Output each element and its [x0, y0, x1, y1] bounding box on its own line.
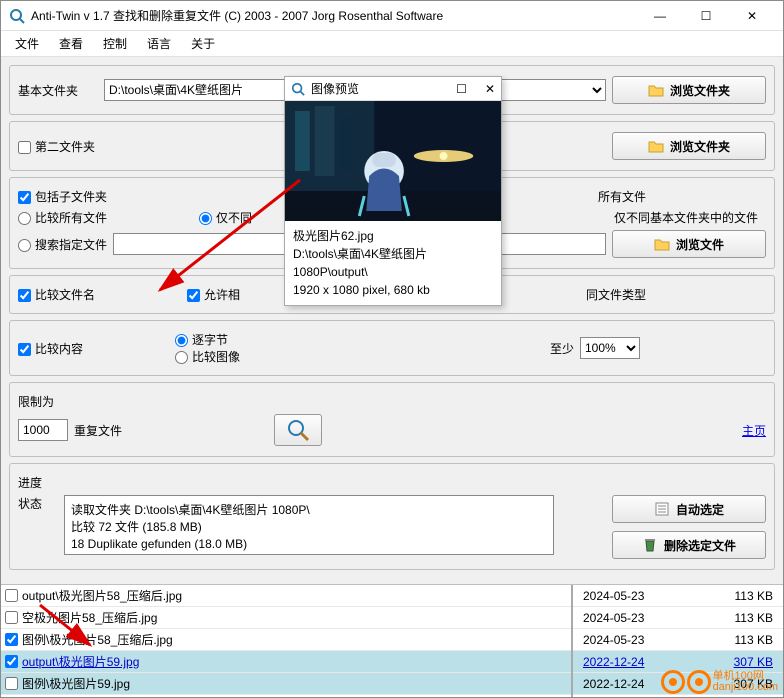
result-filename: output\极光图片58_压缩后.jpg	[22, 587, 182, 604]
progress-label: 进度	[18, 474, 58, 491]
percent-select[interactable]: 100%	[580, 337, 640, 359]
homepage-link[interactable]: 主页	[742, 422, 766, 439]
result-meta-row[interactable]: 2024-05-23 113 KB	[573, 629, 783, 651]
result-row[interactable]: 图例\极光图片58_压缩后.jpg	[1, 629, 571, 651]
result-filename: 图例\极光图片58_压缩后.jpg	[22, 631, 173, 648]
delete-selected-button[interactable]: 删除选定文件	[612, 531, 766, 559]
menu-control[interactable]: 控制	[103, 35, 127, 52]
only-same-radio[interactable]: 仅不同	[199, 209, 252, 226]
auto-select-button[interactable]: 自动选定	[612, 495, 766, 523]
result-date: 2022-12-24	[577, 655, 683, 669]
menu-view[interactable]: 查看	[59, 35, 83, 52]
result-row[interactable]: output\极光图片58_压缩后.jpg	[1, 585, 571, 607]
result-meta-row[interactable]: 2024-05-23 113 KB	[573, 585, 783, 607]
compare-all-radio[interactable]: 比较所有文件	[18, 209, 107, 226]
window-title: Anti-Twin v 1.7 查找和删除重复文件 (C) 2003 - 200…	[31, 7, 637, 24]
status-output: 读取文件夹 D:\tools\桌面\4K壁纸图片 1080P\ 比较 72 文件…	[64, 495, 554, 555]
folder-icon	[654, 237, 670, 251]
limit-input[interactable]	[18, 419, 68, 441]
at-least-label: 至少	[550, 340, 574, 357]
compare-content-checkbox[interactable]: 比较内容	[18, 340, 83, 357]
preview-close-button[interactable]: ✕	[485, 82, 495, 96]
status-label: 状态	[18, 495, 58, 512]
menubar: 文件 查看 控制 语言 关于	[1, 31, 783, 57]
result-filename: output\极光图片59.jpg	[22, 653, 139, 670]
result-filename: 空极光图片58_压缩后.jpg	[22, 609, 157, 626]
search-spec-radio[interactable]: 搜索指定文件	[18, 236, 107, 253]
result-date: 2024-05-23	[577, 633, 683, 647]
browse-folder-button-1[interactable]: 浏览文件夹	[612, 76, 766, 104]
search-button[interactable]	[274, 414, 322, 446]
image-preview-window: 图像预览 ☐ ✕ 极光图片62.jpg D:\tools\桌面\4K壁纸图片 1…	[284, 76, 502, 306]
limit-label: 限制为	[18, 393, 54, 410]
magnify-icon	[291, 82, 305, 96]
dup-files-label: 重复文件	[74, 422, 122, 439]
second-folder-checkbox[interactable]: 第二文件夹	[18, 138, 95, 155]
result-checkbox[interactable]	[5, 611, 18, 624]
result-row[interactable]: 图例\极光图片59.jpg	[1, 673, 571, 695]
result-date: 2024-05-23	[577, 611, 683, 625]
result-row[interactable]: output\极光图片62.jpg	[1, 695, 571, 697]
image-radio[interactable]: 比较图像	[175, 350, 240, 364]
trash-icon	[642, 537, 658, 553]
menu-lang[interactable]: 语言	[147, 35, 171, 52]
preview-title: 图像预览	[311, 80, 359, 97]
minimize-button[interactable]: —	[637, 1, 683, 31]
result-checkbox[interactable]	[5, 589, 18, 602]
same-type-label: 同文件类型	[586, 286, 646, 303]
all-files-label: 所有文件	[598, 188, 646, 205]
include-subfolders-checkbox[interactable]: 包括子文件夹	[18, 188, 107, 205]
titlebar: Anti-Twin v 1.7 查找和删除重复文件 (C) 2003 - 200…	[1, 1, 783, 31]
preview-path: D:\tools\桌面\4K壁纸图片 1080P\output\	[293, 245, 493, 281]
result-row[interactable]: output\极光图片59.jpg	[1, 651, 571, 673]
close-button[interactable]: ✕	[729, 1, 775, 31]
preview-filename: 极光图片62.jpg	[293, 227, 493, 245]
preview-dims: 1920 x 1080 pixel, 680 kb	[293, 281, 493, 299]
only-diff-label: 仅不同基本文件夹中的文件	[614, 209, 758, 226]
result-size: 113 KB	[703, 589, 773, 603]
menu-about[interactable]: 关于	[191, 35, 215, 52]
result-size: 307 KB	[703, 655, 773, 669]
byte-radio[interactable]: 逐字节	[175, 333, 228, 347]
result-checkbox[interactable]	[5, 677, 18, 690]
list-icon	[654, 501, 670, 517]
watermark: 单机100网danji100.com	[661, 670, 778, 694]
preview-image	[285, 101, 501, 221]
browse-folder-button-2[interactable]: 浏览文件夹	[612, 132, 766, 160]
result-date: 2024-05-23	[577, 589, 683, 603]
folder-icon	[648, 139, 664, 153]
result-filename: 图例\极光图片59.jpg	[22, 675, 130, 692]
result-checkbox[interactable]	[5, 655, 18, 668]
result-meta-row[interactable]: 2022-12-24680 KB	[573, 695, 783, 697]
result-meta-row[interactable]: 2024-05-23 113 KB	[573, 607, 783, 629]
app-icon	[9, 8, 25, 24]
menu-file[interactable]: 文件	[15, 35, 39, 52]
result-size: 113 KB	[703, 633, 773, 647]
folder-icon	[648, 83, 664, 97]
browse-file-button[interactable]: 浏览文件	[612, 230, 766, 258]
base-folder-label: 基本文件夹	[18, 82, 98, 99]
result-row[interactable]: 空极光图片58_压缩后.jpg	[1, 607, 571, 629]
result-size: 113 KB	[703, 611, 773, 625]
preview-maximize-button[interactable]: ☐	[456, 82, 467, 96]
maximize-button[interactable]: ☐	[683, 1, 729, 31]
magnify-icon	[286, 418, 310, 442]
result-checkbox[interactable]	[5, 633, 18, 646]
compare-name-checkbox[interactable]: 比较文件名	[18, 286, 95, 303]
allow-perm-checkbox[interactable]: 允许相	[187, 286, 240, 303]
